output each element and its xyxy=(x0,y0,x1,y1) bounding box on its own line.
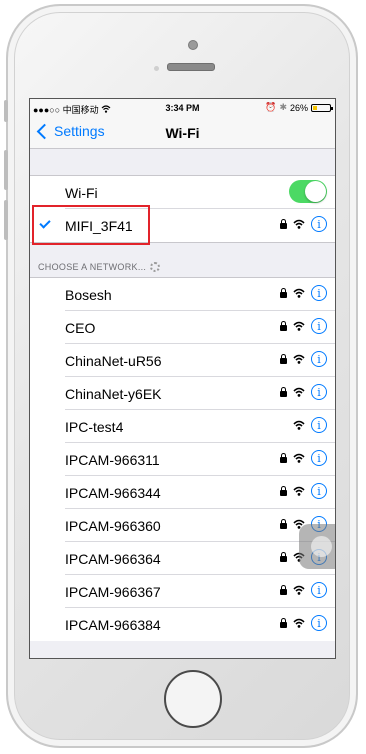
wifi-toggle-label: Wi-Fi xyxy=(65,184,98,201)
volume-down-button[interactable] xyxy=(4,200,8,240)
mute-switch[interactable] xyxy=(4,100,8,122)
front-camera xyxy=(188,40,198,50)
section-header: CHOOSE A NETWORK... xyxy=(38,262,161,272)
network-name: IPCAM-966344 xyxy=(65,484,161,501)
wifi-toggle-switch[interactable] xyxy=(289,180,327,203)
wifi-icon xyxy=(293,453,305,463)
info-icon[interactable]: i xyxy=(311,351,327,367)
status-right: ⏰ ✱ 26% xyxy=(265,102,333,113)
lock-icon xyxy=(280,453,287,463)
lock-icon xyxy=(280,387,287,397)
lock-icon xyxy=(280,552,287,562)
lock-icon xyxy=(280,486,287,496)
network-row[interactable]: IPCAM-966360i xyxy=(30,509,335,542)
network-name: IPCAM-966384 xyxy=(65,616,161,633)
lock-icon xyxy=(280,519,287,529)
network-row[interactable]: IPCAM-966344 i xyxy=(30,476,335,509)
lock-icon xyxy=(280,321,287,331)
wifi-icon xyxy=(293,321,305,331)
network-name: CEO xyxy=(65,319,96,336)
network-name: ChinaNet-y6EK xyxy=(65,385,162,402)
home-button[interactable] xyxy=(164,670,222,728)
network-row[interactable]: ChinaNet-uR56 i xyxy=(30,344,335,377)
network-row[interactable]: IPCAM-966311 i xyxy=(30,443,335,476)
info-icon[interactable]: i xyxy=(311,483,327,499)
network-name: IPCAM-966364 xyxy=(65,550,161,567)
lock-icon xyxy=(280,219,287,229)
bluetooth-icon: ✱ xyxy=(279,102,287,112)
network-row[interactable]: ChinaNet-y6EK i xyxy=(30,377,335,410)
alarm-icon: ⏰ xyxy=(265,102,277,112)
network-row[interactable]: IPCAM-966367 i xyxy=(30,575,335,608)
battery-icon xyxy=(311,103,333,112)
volume-up-button[interactable] xyxy=(4,150,8,190)
status-bar: ●●●○○ 中国移动 3:34 PM ⏰ ✱ 26% xyxy=(30,99,335,117)
navigation-bar: Settings Wi-Fi xyxy=(30,117,335,149)
network-name: IPCAM-966367 xyxy=(65,583,161,600)
lock-icon xyxy=(280,288,287,298)
wifi-icon xyxy=(293,486,305,496)
lock-icon xyxy=(280,585,287,595)
wifi-icon xyxy=(293,585,305,595)
info-icon[interactable]: i xyxy=(311,615,327,631)
network-row[interactable]: CEO i xyxy=(30,311,335,344)
page-title: Wi-Fi xyxy=(165,125,200,141)
assistive-touch-button[interactable] xyxy=(299,524,335,569)
info-icon[interactable]: i xyxy=(311,318,327,334)
lock-icon xyxy=(280,618,287,628)
earpiece-speaker xyxy=(167,63,215,71)
info-icon[interactable]: i xyxy=(311,582,327,598)
network-row[interactable]: IPCAM-966364i xyxy=(30,542,335,575)
battery-percent: 26% xyxy=(289,102,308,113)
info-icon[interactable]: i xyxy=(311,417,327,433)
info-icon[interactable]: i xyxy=(311,285,327,301)
wifi-icon xyxy=(293,387,305,397)
wifi-icon xyxy=(293,288,305,298)
screen: ●●●○○ 中国移动 3:34 PM ⏰ ✱ 26% Settings Wi-F… xyxy=(29,98,336,659)
network-name: IPC-test4 xyxy=(65,418,124,435)
network-row[interactable]: Bosesh i xyxy=(30,278,335,311)
wifi-icon xyxy=(293,420,305,430)
network-name: IPCAM-966311 xyxy=(65,451,160,468)
network-name: ChinaNet-uR56 xyxy=(65,352,162,369)
network-name: Bosesh xyxy=(65,286,112,303)
network-list: Bosesh i CEO i ChinaNet-uR56 i ChinaNet-y6EK i I… xyxy=(30,277,335,641)
network-row[interactable]: IPC-test4 i xyxy=(30,410,335,443)
wifi-icon xyxy=(293,354,305,364)
wifi-icon xyxy=(293,618,305,628)
network-name: IPCAM-966360 xyxy=(65,517,161,534)
info-icon[interactable]: i xyxy=(311,216,327,232)
lock-icon xyxy=(280,354,287,364)
loading-spinner-icon xyxy=(150,262,161,272)
info-icon[interactable]: i xyxy=(311,450,327,466)
info-icon[interactable]: i xyxy=(311,384,327,400)
highlight-box xyxy=(32,205,150,245)
proximity-sensor xyxy=(154,66,159,71)
network-row[interactable]: IPCAM-966384 i xyxy=(30,608,335,641)
wifi-icon xyxy=(293,219,305,229)
